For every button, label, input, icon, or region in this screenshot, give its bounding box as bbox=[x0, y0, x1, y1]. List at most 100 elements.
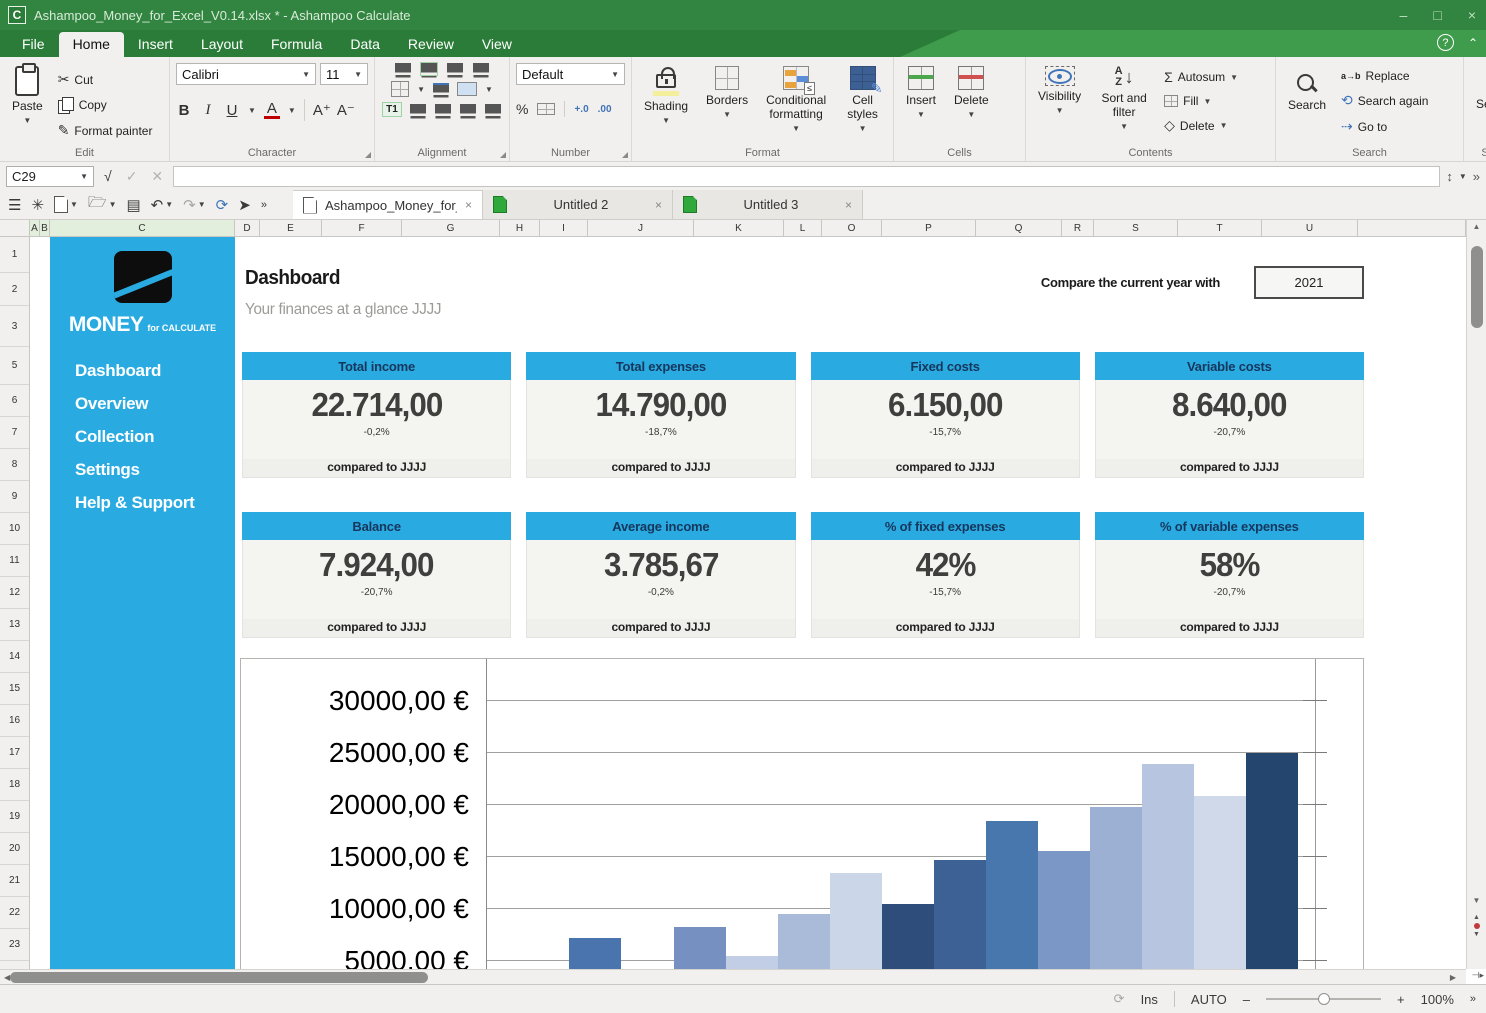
confirm-icon[interactable]: ✓ bbox=[122, 168, 142, 185]
tab-close-icon[interactable]: × bbox=[655, 198, 662, 212]
number-format-select[interactable]: Default▼ bbox=[516, 63, 625, 85]
cut-button[interactable]: ✂Cut bbox=[55, 69, 156, 90]
row-header-8[interactable]: 8 bbox=[0, 449, 29, 481]
shading-button[interactable]: Shading▼ bbox=[638, 63, 694, 128]
column-header-D[interactable]: D bbox=[235, 220, 260, 236]
select-all-button[interactable]: Select all bbox=[1470, 63, 1486, 114]
horizontal-scroll-thumb[interactable] bbox=[10, 972, 428, 983]
align-middle-icon[interactable] bbox=[421, 63, 437, 75]
zoom-slider[interactable] bbox=[1266, 998, 1381, 1000]
font-family-select[interactable]: Calibri▼ bbox=[176, 63, 316, 85]
row-header-7[interactable]: 7 bbox=[0, 417, 29, 449]
redo-icon[interactable]: ↷▼ bbox=[183, 196, 206, 214]
align-justify-icon[interactable] bbox=[485, 104, 501, 116]
column-header-R[interactable]: R bbox=[1062, 220, 1094, 236]
merge-cells-icon[interactable] bbox=[457, 82, 477, 96]
column-header-J[interactable]: J bbox=[588, 220, 694, 236]
row-header-1[interactable]: 1 bbox=[0, 237, 29, 273]
tab-close-icon[interactable]: × bbox=[845, 198, 852, 212]
column-header-U[interactable]: U bbox=[1262, 220, 1358, 236]
split-view-icon[interactable]: ⊣▸ bbox=[1472, 970, 1484, 981]
sidebar-item-collection[interactable]: Collection bbox=[75, 427, 235, 447]
row-header-14[interactable]: 14 bbox=[0, 641, 29, 673]
format-painter-button[interactable]: ✎Format painter bbox=[55, 120, 156, 141]
goto-button[interactable]: ⇢Go to bbox=[1338, 116, 1431, 137]
sidebar-item-dashboard[interactable]: Dashboard bbox=[75, 361, 235, 381]
row-header-20[interactable]: 20 bbox=[0, 833, 29, 865]
pan-hand-icon[interactable]: ✳ bbox=[31, 196, 44, 214]
cell-reference-box[interactable]: C29▼ bbox=[6, 166, 94, 187]
row-header-16[interactable]: 16 bbox=[0, 705, 29, 737]
horizontal-scrollbar[interactable]: ◀ ▶ bbox=[0, 969, 1466, 984]
column-header-H[interactable]: H bbox=[500, 220, 540, 236]
column-header-A[interactable]: A bbox=[30, 220, 40, 236]
column-header-G[interactable]: G bbox=[402, 220, 500, 236]
wrap-text-icon[interactable] bbox=[433, 83, 449, 95]
row-header-2[interactable]: 2 bbox=[0, 273, 29, 306]
document-tab-3[interactable]: Untitled 3× bbox=[673, 190, 863, 219]
menu-item-view[interactable]: View bbox=[468, 32, 526, 57]
menu-item-layout[interactable]: Layout bbox=[187, 32, 257, 57]
fill-button[interactable]: Fill▼ bbox=[1161, 92, 1241, 110]
zoom-out-icon[interactable]: – bbox=[1243, 992, 1250, 1007]
zoom-level[interactable]: 100% bbox=[1421, 992, 1454, 1007]
compare-year-input[interactable]: 2021 bbox=[1254, 266, 1364, 299]
new-document-icon[interactable]: ▼ bbox=[54, 196, 78, 213]
percent-icon[interactable]: % bbox=[516, 101, 528, 117]
toolbar-overflow-icon[interactable]: » bbox=[261, 199, 267, 211]
row-header-19[interactable]: 19 bbox=[0, 801, 29, 833]
save-icon[interactable]: ▤ bbox=[126, 196, 140, 214]
orientation-icon[interactable]: T1 bbox=[383, 103, 401, 116]
column-header-S[interactable]: S bbox=[1094, 220, 1178, 236]
row-header-18[interactable]: 18 bbox=[0, 769, 29, 801]
align-left-icon[interactable] bbox=[410, 104, 426, 116]
sort-filter-button[interactable]: AZ↓ Sort and filter▼ bbox=[1093, 63, 1155, 134]
zoom-in-icon[interactable]: + bbox=[1397, 992, 1405, 1007]
row-header-17[interactable]: 17 bbox=[0, 737, 29, 769]
borders-button[interactable]: Borders▼ bbox=[700, 63, 754, 122]
undo-icon[interactable]: ↶▼ bbox=[151, 196, 174, 214]
sidebar-item-settings[interactable]: Settings bbox=[75, 460, 235, 480]
menu-item-home[interactable]: Home bbox=[59, 32, 124, 57]
document-tab-2[interactable]: Untitled 2× bbox=[483, 190, 673, 219]
row-header-15[interactable]: 15 bbox=[0, 673, 29, 705]
underline-button[interactable]: U bbox=[224, 102, 240, 119]
sidebar-toggle-icon[interactable]: ☰ bbox=[8, 196, 21, 214]
column-header-L[interactable]: L bbox=[784, 220, 822, 236]
status-refresh-icon[interactable]: ⟳ bbox=[1114, 991, 1125, 1007]
row-header-21[interactable]: 21 bbox=[0, 865, 29, 897]
align-right-icon[interactable] bbox=[460, 104, 476, 116]
row-header-9[interactable]: 9 bbox=[0, 481, 29, 513]
visibility-button[interactable]: Visibility▼ bbox=[1032, 63, 1087, 118]
column-header-F[interactable]: F bbox=[322, 220, 402, 236]
select-all-corner[interactable] bbox=[0, 220, 30, 236]
column-header-E[interactable]: E bbox=[260, 220, 322, 236]
delete-contents-button[interactable]: ◇Delete▼ bbox=[1161, 115, 1241, 136]
menu-item-formula[interactable]: Formula bbox=[257, 32, 336, 57]
align-bottom-icon[interactable] bbox=[447, 63, 463, 75]
cell-styles-button[interactable]: Cell styles▼ bbox=[838, 63, 887, 136]
vertical-scroll-thumb[interactable] bbox=[1471, 246, 1483, 328]
record-dot-icon[interactable] bbox=[1474, 923, 1480, 929]
add-decimal-icon[interactable]: +.0 bbox=[574, 104, 588, 115]
minimize-button[interactable]: – bbox=[1400, 7, 1408, 23]
close-button[interactable]: × bbox=[1468, 7, 1476, 23]
maximize-button[interactable]: □ bbox=[1433, 7, 1441, 23]
search-button[interactable]: Search bbox=[1282, 63, 1332, 115]
align-top-icon[interactable] bbox=[395, 63, 411, 75]
column-header-C[interactable]: C bbox=[50, 220, 235, 236]
delete-cells-button[interactable]: Delete▼ bbox=[948, 63, 995, 122]
currency-icon[interactable] bbox=[537, 103, 555, 115]
row-header-3[interactable]: 3 bbox=[0, 306, 29, 347]
help-icon[interactable]: ? bbox=[1437, 34, 1454, 51]
autosum-button[interactable]: ΣAutosum▼ bbox=[1161, 67, 1241, 87]
menu-item-review[interactable]: Review bbox=[394, 32, 468, 57]
copy-button[interactable]: Copy bbox=[55, 95, 156, 115]
formula-bar-resize-icon[interactable]: ↕ bbox=[1446, 169, 1453, 184]
row-header-10[interactable]: 10 bbox=[0, 513, 29, 545]
scroll-up-icon[interactable]: ▲ bbox=[1467, 222, 1486, 231]
open-document-icon[interactable]: 🗁▼ bbox=[88, 192, 117, 217]
next-sheet-icon[interactable]: ▼ bbox=[1473, 931, 1480, 938]
zoom-slider-thumb[interactable] bbox=[1318, 993, 1330, 1005]
row-header-6[interactable]: 6 bbox=[0, 385, 29, 417]
